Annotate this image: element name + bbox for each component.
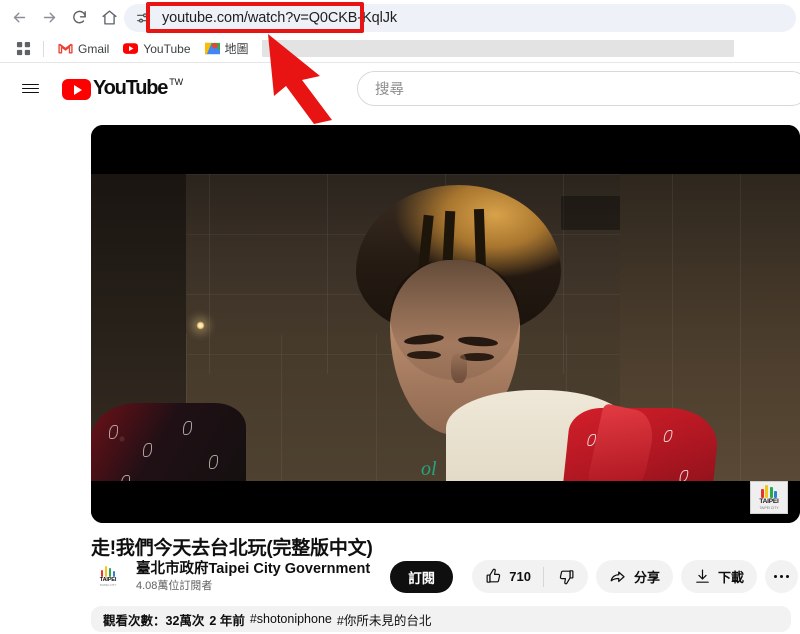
youtube-country-code: TW (169, 77, 184, 88)
video-action-buttons: 710 分享 下載 (472, 560, 798, 593)
browser-toolbar: youtube.com/watch?v=Q0CKB-KqlJk (0, 0, 800, 35)
letterbox-bottom (91, 481, 800, 523)
taipei-watermark: TAIPEI TAIPEI CITY (750, 481, 788, 514)
apps-grid-icon[interactable] (10, 38, 36, 60)
download-button[interactable]: 下載 (680, 560, 757, 593)
browser-window: youtube.com/watch?v=Q0CKB-KqlJk Gmail Yo… (0, 0, 800, 634)
channel-info: 臺北市政府Taipei City Government 4.08萬位訂閱者 (136, 561, 370, 594)
ceiling-light-1 (196, 321, 205, 330)
hashtag-2[interactable]: #你所未見的台北 (337, 610, 431, 629)
bookmark-youtube[interactable]: YouTube (116, 38, 197, 60)
channel-avatar[interactable]: TAIPEI TAIPEI CITY (91, 560, 125, 594)
thumbs-up-icon[interactable] (485, 568, 502, 585)
like-count: 710 (509, 569, 531, 584)
video-title: 走!我們今天去台北玩(完整版中文) (91, 538, 373, 559)
guide-menu-icon[interactable] (10, 69, 50, 109)
view-count: 觀看次數：32萬次 (103, 613, 205, 628)
subscriber-count: 4.08萬位訂閱者 (136, 579, 213, 592)
youtube-logo[interactable]: YouTube TW (62, 77, 183, 100)
share-label: 分享 (633, 570, 660, 585)
back-icon[interactable] (4, 3, 34, 33)
video-meta-bar[interactable]: 觀看次數：32萬次 2 年前 #shotoniphone #你所未見的台北 (91, 606, 791, 632)
bookmark-maps[interactable]: 地圖 (198, 38, 256, 60)
download-label: 下載 (717, 570, 744, 585)
youtube-play-icon (62, 79, 91, 100)
more-options-button[interactable] (765, 560, 798, 593)
video-subject-person (346, 185, 631, 485)
taipei-watermark-sub: TAIPEI CITY (759, 506, 779, 510)
share-button[interactable]: 分享 (595, 560, 673, 593)
address-bar-url[interactable]: youtube.com/watch?v=Q0CKB-KqlJk (156, 10, 397, 26)
youtube-logo-text: YouTube (93, 77, 168, 100)
bookmark-youtube-label: YouTube (143, 41, 191, 56)
video-frame: ol TAIPEI TAIPEI CITY (91, 125, 800, 523)
video-player[interactable]: ol TAIPEI TAIPEI CITY (91, 125, 800, 523)
share-icon (609, 568, 627, 586)
taipei-logo-marks (760, 485, 778, 498)
thumbs-down-icon[interactable] (552, 568, 584, 585)
bookmark-maps-label: 地圖 (224, 42, 249, 56)
youtube-icon (123, 41, 139, 56)
address-bar[interactable]: youtube.com/watch?v=Q0CKB-KqlJk (124, 4, 796, 32)
avatar-logo-marks (100, 566, 116, 578)
download-icon (694, 568, 711, 585)
avatar-sub: TAIPEI CITY (99, 583, 117, 588)
paisley-1 (109, 425, 118, 439)
subject-nose (451, 353, 467, 383)
more-horizontal-icon (773, 574, 790, 579)
channel-owner-row: TAIPEI TAIPEI CITY 臺北市政府Taipei City Gove… (91, 560, 454, 594)
bookmarks-bar: Gmail YouTube 地圖 (0, 35, 800, 62)
subject-eye-left (407, 351, 441, 359)
tune-icon[interactable] (130, 10, 156, 26)
like-dislike-group: 710 (472, 560, 588, 593)
bookmarks-placeholder (261, 40, 734, 57)
channel-name[interactable]: 臺北市政府Taipei City Government (136, 561, 370, 578)
letterbox-top (91, 125, 800, 174)
forward-icon[interactable] (34, 3, 64, 33)
search-input[interactable]: 搜尋 (357, 71, 800, 106)
navigation-buttons (0, 3, 124, 33)
bookmark-gmail-label: Gmail (78, 41, 110, 56)
subscribe-button[interactable]: 訂閱 (390, 561, 454, 593)
paisley-w-3 (663, 430, 673, 442)
search-placeholder: 搜尋 (375, 82, 404, 98)
maps-icon (204, 41, 220, 56)
shirt-graphic-text: ol (421, 458, 437, 480)
published-time: 2 年前 (209, 613, 245, 628)
bookmark-gmail[interactable]: Gmail (51, 38, 116, 60)
reload-icon[interactable] (64, 3, 94, 33)
bookmarks-divider (43, 40, 44, 57)
home-icon[interactable] (94, 3, 124, 33)
paisley-4 (209, 455, 218, 469)
hashtag-1[interactable]: #shotoniphone (250, 612, 332, 626)
like-dislike-separator (542, 566, 544, 587)
paisley-3 (183, 421, 192, 435)
gmail-icon (58, 41, 73, 56)
taipei-watermark-text: TAIPEI (759, 498, 779, 505)
paisley-2 (143, 443, 152, 457)
